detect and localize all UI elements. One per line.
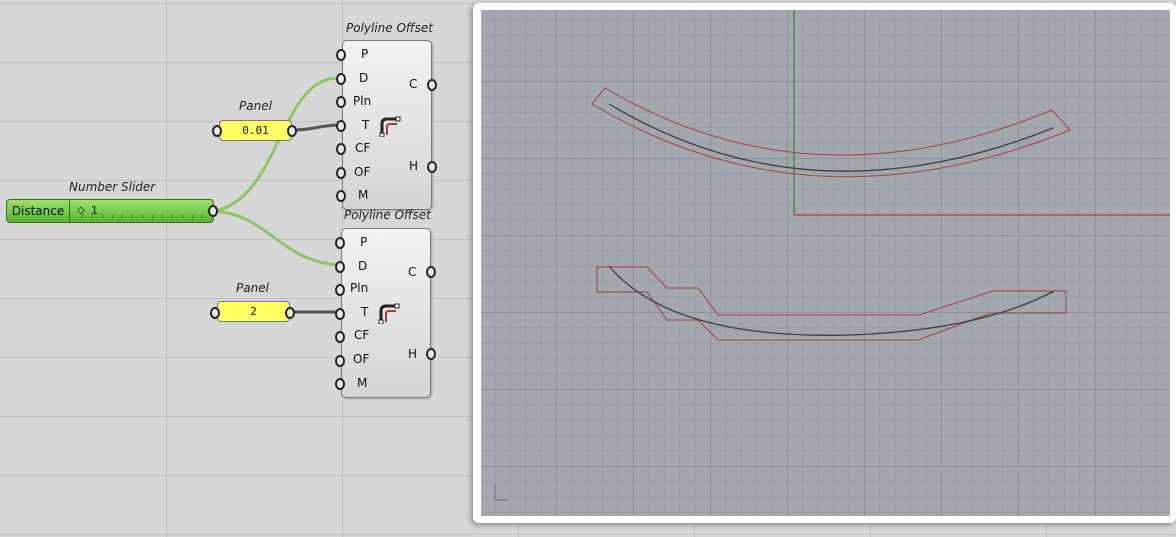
plug-out-h[interactable] [426, 348, 436, 360]
output-h[interactable]: H [409, 159, 418, 173]
plug-in-m[interactable] [336, 190, 346, 202]
input-cf[interactable]: CF [355, 141, 370, 155]
plug-in-t[interactable] [335, 308, 345, 320]
polyline-offset-component-top[interactable]: P D Pln T CF OF M C H [342, 40, 432, 210]
slider-value: 1 [91, 204, 98, 217]
plug-in-pln[interactable] [336, 96, 346, 108]
plug-in-pln[interactable] [335, 284, 345, 296]
input-cf[interactable]: CF [354, 328, 369, 342]
input-of[interactable]: OF [353, 352, 369, 366]
plug-in-t[interactable] [336, 120, 346, 132]
plug-out-c[interactable] [426, 266, 436, 278]
wire-slider-to-bottom-d [213, 209, 341, 267]
polyline-offset-icon [378, 303, 400, 324]
input-pln[interactable]: Pln [353, 94, 371, 108]
polyline-offset-icon [379, 116, 401, 137]
input-p[interactable]: P [361, 47, 368, 61]
plug-in-of[interactable] [336, 167, 346, 179]
input-p[interactable]: P [360, 235, 367, 249]
number-slider[interactable]: Distance ◇ 1 [6, 199, 214, 223]
wire-slider-to-top-d [213, 76, 341, 213]
plug-out-c[interactable] [427, 79, 437, 91]
input-of[interactable]: OF [354, 165, 370, 179]
plug-panel-top-out[interactable] [287, 125, 297, 137]
output-c[interactable]: C [408, 265, 416, 279]
offset-bottom-title: Polyline Offset [344, 208, 431, 222]
plug-slider-out[interactable] [208, 205, 218, 217]
plug-panel-top-in[interactable] [212, 125, 222, 137]
plug-in-d[interactable] [335, 261, 345, 273]
plug-out-h[interactable] [427, 161, 437, 173]
top-curve [608, 103, 1054, 172]
plug-in-p[interactable] [335, 237, 345, 249]
output-h[interactable]: H [408, 347, 417, 361]
panel-bottom-title: Panel [236, 281, 269, 295]
bottom-offset-outline [596, 266, 1067, 341]
plug-in-p[interactable] [336, 49, 346, 61]
plug-in-cf[interactable] [335, 331, 345, 343]
input-d[interactable]: D [359, 71, 368, 85]
viewport-geometry [494, 10, 1170, 501]
viewport-grid[interactable] [481, 10, 1170, 516]
input-pln[interactable]: Pln [350, 281, 368, 295]
input-t[interactable]: T [361, 305, 368, 319]
plug-in-of[interactable] [335, 355, 345, 367]
panel-bottom[interactable]: 2 [217, 301, 290, 322]
axis-gizmo-icon [494, 484, 509, 501]
output-c[interactable]: C [409, 77, 417, 91]
slider-diamond-icon[interactable]: ◇ [77, 200, 85, 222]
slider-label: Distance [7, 200, 70, 222]
wire-panel-to-top-t [291, 123, 341, 132]
panel-top[interactable]: 0.01 [219, 120, 292, 141]
rhino-viewport[interactable] [473, 3, 1176, 523]
plug-panel-bottom-out[interactable] [285, 307, 295, 319]
plug-in-m[interactable] [335, 378, 345, 390]
input-d[interactable]: D [358, 259, 367, 273]
plug-in-d[interactable] [336, 73, 346, 85]
input-m[interactable]: M [357, 376, 367, 390]
input-t[interactable]: T [362, 118, 369, 132]
slider-title: Number Slider [69, 180, 156, 194]
plug-in-cf[interactable] [336, 143, 346, 155]
input-m[interactable]: M [358, 188, 368, 202]
bottom-curve [608, 265, 1055, 336]
panel-top-title: Panel [239, 99, 272, 113]
polyline-offset-component-bottom[interactable]: P D Pln T CF OF M C H [341, 228, 431, 398]
offset-top-title: Polyline Offset [346, 21, 433, 35]
plug-panel-bottom-in[interactable] [210, 307, 220, 319]
